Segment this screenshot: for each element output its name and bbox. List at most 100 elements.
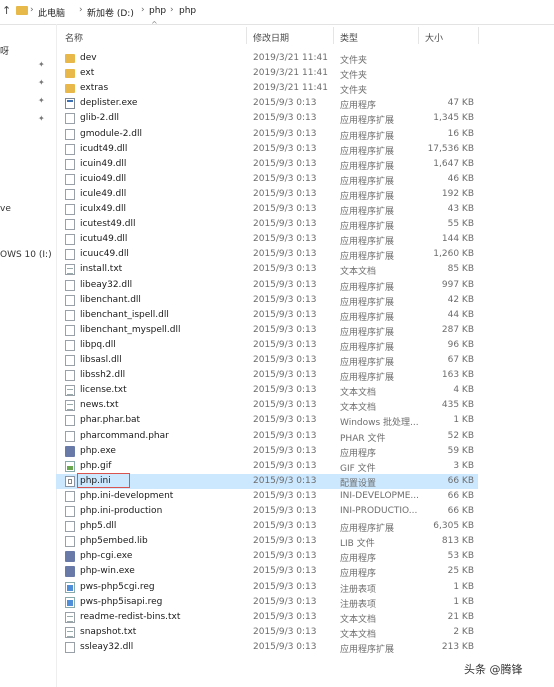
file-name: icudt49.dll	[80, 143, 128, 154]
file-name: iculx49.dll	[80, 204, 127, 214]
file-row[interactable]: php5.dll 2015/9/3 0:13 应用程序扩展 6,305 KB	[56, 519, 478, 534]
pin-icon: ✦	[38, 96, 45, 105]
file-type: 文本文档	[340, 403, 377, 414]
dll-icon	[65, 188, 75, 200]
file-row[interactable]: pws-php5cgi.reg 2015/9/3 0:13 注册表项 1 KB	[56, 580, 478, 595]
nav-item-fragment[interactable]: 呀	[0, 44, 9, 57]
file-row[interactable]: php.exe 2015/9/3 0:13 应用程序 59 KB	[56, 444, 478, 459]
file-date: 2015/9/3 0:13	[253, 400, 317, 411]
file-row[interactable]: libssh2.dll 2015/9/3 0:13 应用程序扩展 163 KB	[56, 368, 478, 383]
file-date: 2019/3/21 11:41	[253, 83, 328, 94]
txt-icon	[65, 400, 75, 412]
column-date[interactable]: 修改日期	[253, 31, 289, 44]
file-row[interactable]: libeay32.dll 2015/9/3 0:13 应用程序扩展 997 KB	[56, 278, 478, 293]
file-row[interactable]: php5embed.lib 2015/9/3 0:13 LIB 文件 813 KB	[56, 534, 478, 549]
file-row[interactable]: readme-redist-bins.txt 2015/9/3 0:13 文本文档 2…	[56, 610, 478, 625]
file-row[interactable]: pws-php5isapi.reg 2015/9/3 0:13 注册表项 1 KB	[56, 595, 478, 610]
file-type: 应用程序扩展	[340, 116, 395, 127]
file-date: 2015/9/3 0:13	[253, 566, 317, 577]
dll-icon	[65, 324, 75, 336]
breadcrumb-php[interactable]: php	[149, 6, 166, 16]
file-type: LIB 文件	[340, 539, 375, 550]
file-name: php.gif	[80, 460, 112, 471]
file-row[interactable]: iculx49.dll 2015/9/3 0:13 应用程序扩展 43 KB	[56, 202, 478, 217]
file-row[interactable]: license.txt 2015/9/3 0:13 文本文档 4 KB	[56, 383, 478, 398]
file-row[interactable]: icudt49.dll 2015/9/3 0:13 应用程序扩展 17,536 KB	[56, 142, 478, 157]
file-type: 配置设置	[340, 478, 377, 489]
file-row[interactable]: glib-2.dll 2015/9/3 0:13 应用程序扩展 1,345 KB	[56, 111, 478, 126]
breadcrumb-drive-d[interactable]: 新加卷 (D:)	[87, 6, 134, 19]
file-row[interactable]: gmodule-2.dll 2015/9/3 0:13 应用程序扩展 16 KB	[56, 127, 478, 142]
file-type: 应用程序扩展	[340, 312, 395, 323]
file-row[interactable]: pharcommand.phar 2015/9/3 0:13 PHAR 文件 52 K…	[56, 429, 478, 444]
file-name: license.txt	[80, 385, 127, 396]
dll-icon	[65, 309, 75, 321]
dll-icon	[65, 234, 75, 246]
file-icon	[65, 490, 75, 502]
file-row[interactable]: php-cgi.exe 2015/9/3 0:13 应用程序 53 KB	[56, 549, 478, 564]
dll-icon	[65, 143, 75, 155]
nav-item-windows-drive[interactable]: OWS 10 (I:)	[0, 250, 52, 260]
file-row[interactable]: ssleay32.dll 2015/9/3 0:13 应用程序扩展 213 KB	[56, 640, 478, 655]
file-name: php.ini-development	[80, 490, 174, 501]
file-size: 66 KB	[447, 506, 474, 516]
column-divider[interactable]	[246, 27, 247, 44]
file-size: 144 KB	[441, 234, 474, 245]
file-type: 文本文档	[340, 614, 377, 625]
file-icon	[65, 536, 75, 548]
file-name: libpq.dll	[80, 339, 116, 350]
file-name: php-cgi.exe	[80, 551, 133, 562]
nav-item-fragment[interactable]: ve	[0, 204, 11, 214]
file-name: snapshot.txt	[80, 626, 137, 637]
file-date: 2015/9/3 0:13	[253, 113, 317, 124]
file-row[interactable]: icuuc49.dll 2015/9/3 0:13 应用程序扩展 1,260 KB	[56, 247, 478, 262]
pin-icon: ✦	[38, 60, 45, 69]
file-row[interactable]: icutu49.dll 2015/9/3 0:13 应用程序扩展 144 KB	[56, 232, 478, 247]
file-row[interactable]: libenchant.dll 2015/9/3 0:13 应用程序扩展 42 KB	[56, 293, 478, 308]
file-row[interactable]: php-win.exe 2015/9/3 0:13 应用程序 25 KB	[56, 564, 478, 579]
file-date: 2015/9/3 0:13	[253, 128, 317, 139]
file-row[interactable]: phar.phar.bat 2015/9/3 0:13 Windows 批处理...…	[56, 413, 478, 428]
column-type[interactable]: 类型	[340, 31, 358, 44]
breadcrumb-this-pc[interactable]: 此电脑	[38, 6, 65, 19]
file-size: 1 KB	[453, 581, 474, 592]
column-divider[interactable]	[478, 27, 479, 44]
file-type: 应用程序扩展	[340, 176, 395, 187]
address-bar[interactable]: ↑ › 此电脑 › 新加卷 (D:) › php › php	[0, 0, 554, 25]
file-row[interactable]: icule49.dll 2015/9/3 0:13 应用程序扩展 192 KB	[56, 187, 478, 202]
file-size: 1,647 KB	[433, 158, 474, 169]
column-name[interactable]: 名称	[65, 31, 83, 44]
file-row[interactable]: libsasl.dll 2015/9/3 0:13 应用程序扩展 67 KB	[56, 353, 478, 368]
column-divider[interactable]	[333, 27, 334, 44]
dll-icon	[65, 128, 75, 140]
navigation-pane: 呀 ✦ ✦ ✦ ✦ ve OWS 10 (I:)	[0, 24, 57, 687]
file-name: pharcommand.phar	[80, 430, 169, 441]
file-name: php.ini-production	[80, 506, 163, 516]
file-row[interactable]: ext 2019/3/21 11:41 文件夹	[56, 66, 478, 81]
column-divider[interactable]	[418, 27, 419, 44]
file-date: 2015/9/3 0:13	[253, 219, 317, 230]
file-type: 文本文档	[340, 388, 377, 399]
file-row[interactable]: dev 2019/3/21 11:41 文件夹	[56, 51, 478, 66]
file-date: 2015/9/3 0:13	[253, 98, 317, 109]
file-row[interactable]: icuio49.dll 2015/9/3 0:13 应用程序扩展 46 KB	[56, 172, 478, 187]
file-row[interactable]: deplister.exe 2015/9/3 0:13 应用程序 47 KB	[56, 96, 478, 111]
file-row[interactable]: php.gif 2015/9/3 0:13 GIF 文件 3 KB	[56, 459, 478, 474]
file-row[interactable]: snapshot.txt 2015/9/3 0:13 文本文档 2 KB	[56, 625, 478, 640]
breadcrumb-php-current[interactable]: php	[179, 6, 196, 16]
file-row[interactable]: extras 2019/3/21 11:41 文件夹	[56, 81, 478, 96]
column-size[interactable]: 大小	[425, 31, 443, 44]
file-row[interactable]: icutest49.dll 2015/9/3 0:13 应用程序扩展 55 KB	[56, 217, 478, 232]
file-row[interactable]: libpq.dll 2015/9/3 0:13 应用程序扩展 96 KB	[56, 338, 478, 353]
file-name: icutest49.dll	[80, 219, 136, 230]
file-row[interactable]: libenchant_ispell.dll 2015/9/3 0:13 应用程序扩展…	[56, 308, 478, 323]
file-row[interactable]: php.ini-production 2015/9/3 0:13 INI-PRODU…	[56, 504, 478, 519]
file-row[interactable]: php.ini-development 2015/9/3 0:13 INI-DEVE…	[56, 489, 478, 504]
file-size: 1 KB	[453, 415, 474, 426]
file-date: 2015/9/3 0:13	[253, 370, 317, 381]
file-row[interactable]: icuin49.dll 2015/9/3 0:13 应用程序扩展 1,647 KB	[56, 157, 478, 172]
file-row[interactable]: install.txt 2015/9/3 0:13 文本文档 85 KB	[56, 262, 478, 277]
up-arrow-icon[interactable]: ↑	[2, 4, 11, 17]
file-row[interactable]: news.txt 2015/9/3 0:13 文本文档 435 KB	[56, 398, 478, 413]
file-row[interactable]: libenchant_myspell.dll 2015/9/3 0:13 应用程序扩…	[56, 323, 478, 338]
